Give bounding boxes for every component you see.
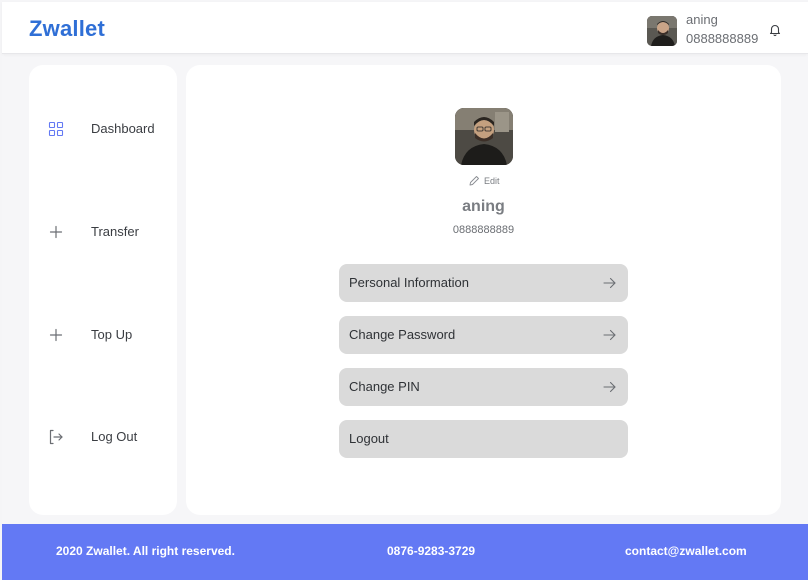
top-header: Zwallet aning 0888888889 [2, 2, 808, 54]
pencil-icon [469, 176, 479, 186]
arrow-right-icon [603, 329, 616, 341]
header-user-phone: 0888888889 [686, 31, 759, 46]
avatar[interactable] [647, 16, 677, 46]
brand-logo[interactable]: Zwallet [29, 16, 105, 42]
arrow-right-icon [603, 381, 616, 393]
sidebar-item-label: Log Out [91, 429, 138, 444]
profile-photo [455, 108, 513, 165]
sidebar-item-transfer[interactable]: Transfer [29, 217, 177, 247]
sidebar-item-label: Dashboard [91, 121, 155, 136]
profile-card: Edit aning 0888888889 Personal Informati… [186, 65, 781, 515]
change-pin-button[interactable]: Change PIN [339, 368, 628, 406]
footer-phone: 0876-9283-3729 [387, 544, 476, 558]
profile-phone: 0888888889 [452, 224, 515, 236]
menu-button-label: Change PIN [349, 379, 420, 394]
bell-icon[interactable] [768, 23, 782, 37]
menu-button-label: Personal Information [349, 275, 469, 290]
logout-icon [48, 429, 64, 445]
footer-email[interactable]: contact@zwallet.com [625, 544, 747, 558]
sidebar-item-top-up[interactable]: Top Up [29, 320, 177, 350]
plus-icon [48, 327, 64, 343]
sidebar-item-log-out[interactable]: Log Out [29, 422, 177, 452]
logout-button[interactable]: Logout [339, 420, 628, 458]
personal-information-button[interactable]: Personal Information [339, 264, 628, 302]
profile-name: aning [462, 198, 505, 215]
menu-button-label: Change Password [349, 327, 456, 342]
sidebar-item-label: Transfer [91, 224, 139, 239]
header-user-name: aning [686, 12, 718, 27]
sidebar-item-label: Top Up [91, 327, 133, 342]
change-password-button[interactable]: Change Password [339, 316, 628, 354]
menu-button-label: Logout [349, 431, 389, 446]
sidebar: Dashboard Transfer Top Up Log Out [29, 65, 177, 515]
sidebar-item-dashboard[interactable]: Dashboard [29, 114, 177, 144]
grid-icon [48, 121, 64, 137]
footer: 2020 Zwallet. All right reserved. 0876-9… [2, 524, 808, 580]
plus-icon [48, 224, 64, 240]
arrow-right-icon [603, 277, 616, 289]
edit-label: Edit [484, 176, 500, 186]
footer-copyright: 2020 Zwallet. All right reserved. [56, 544, 235, 558]
